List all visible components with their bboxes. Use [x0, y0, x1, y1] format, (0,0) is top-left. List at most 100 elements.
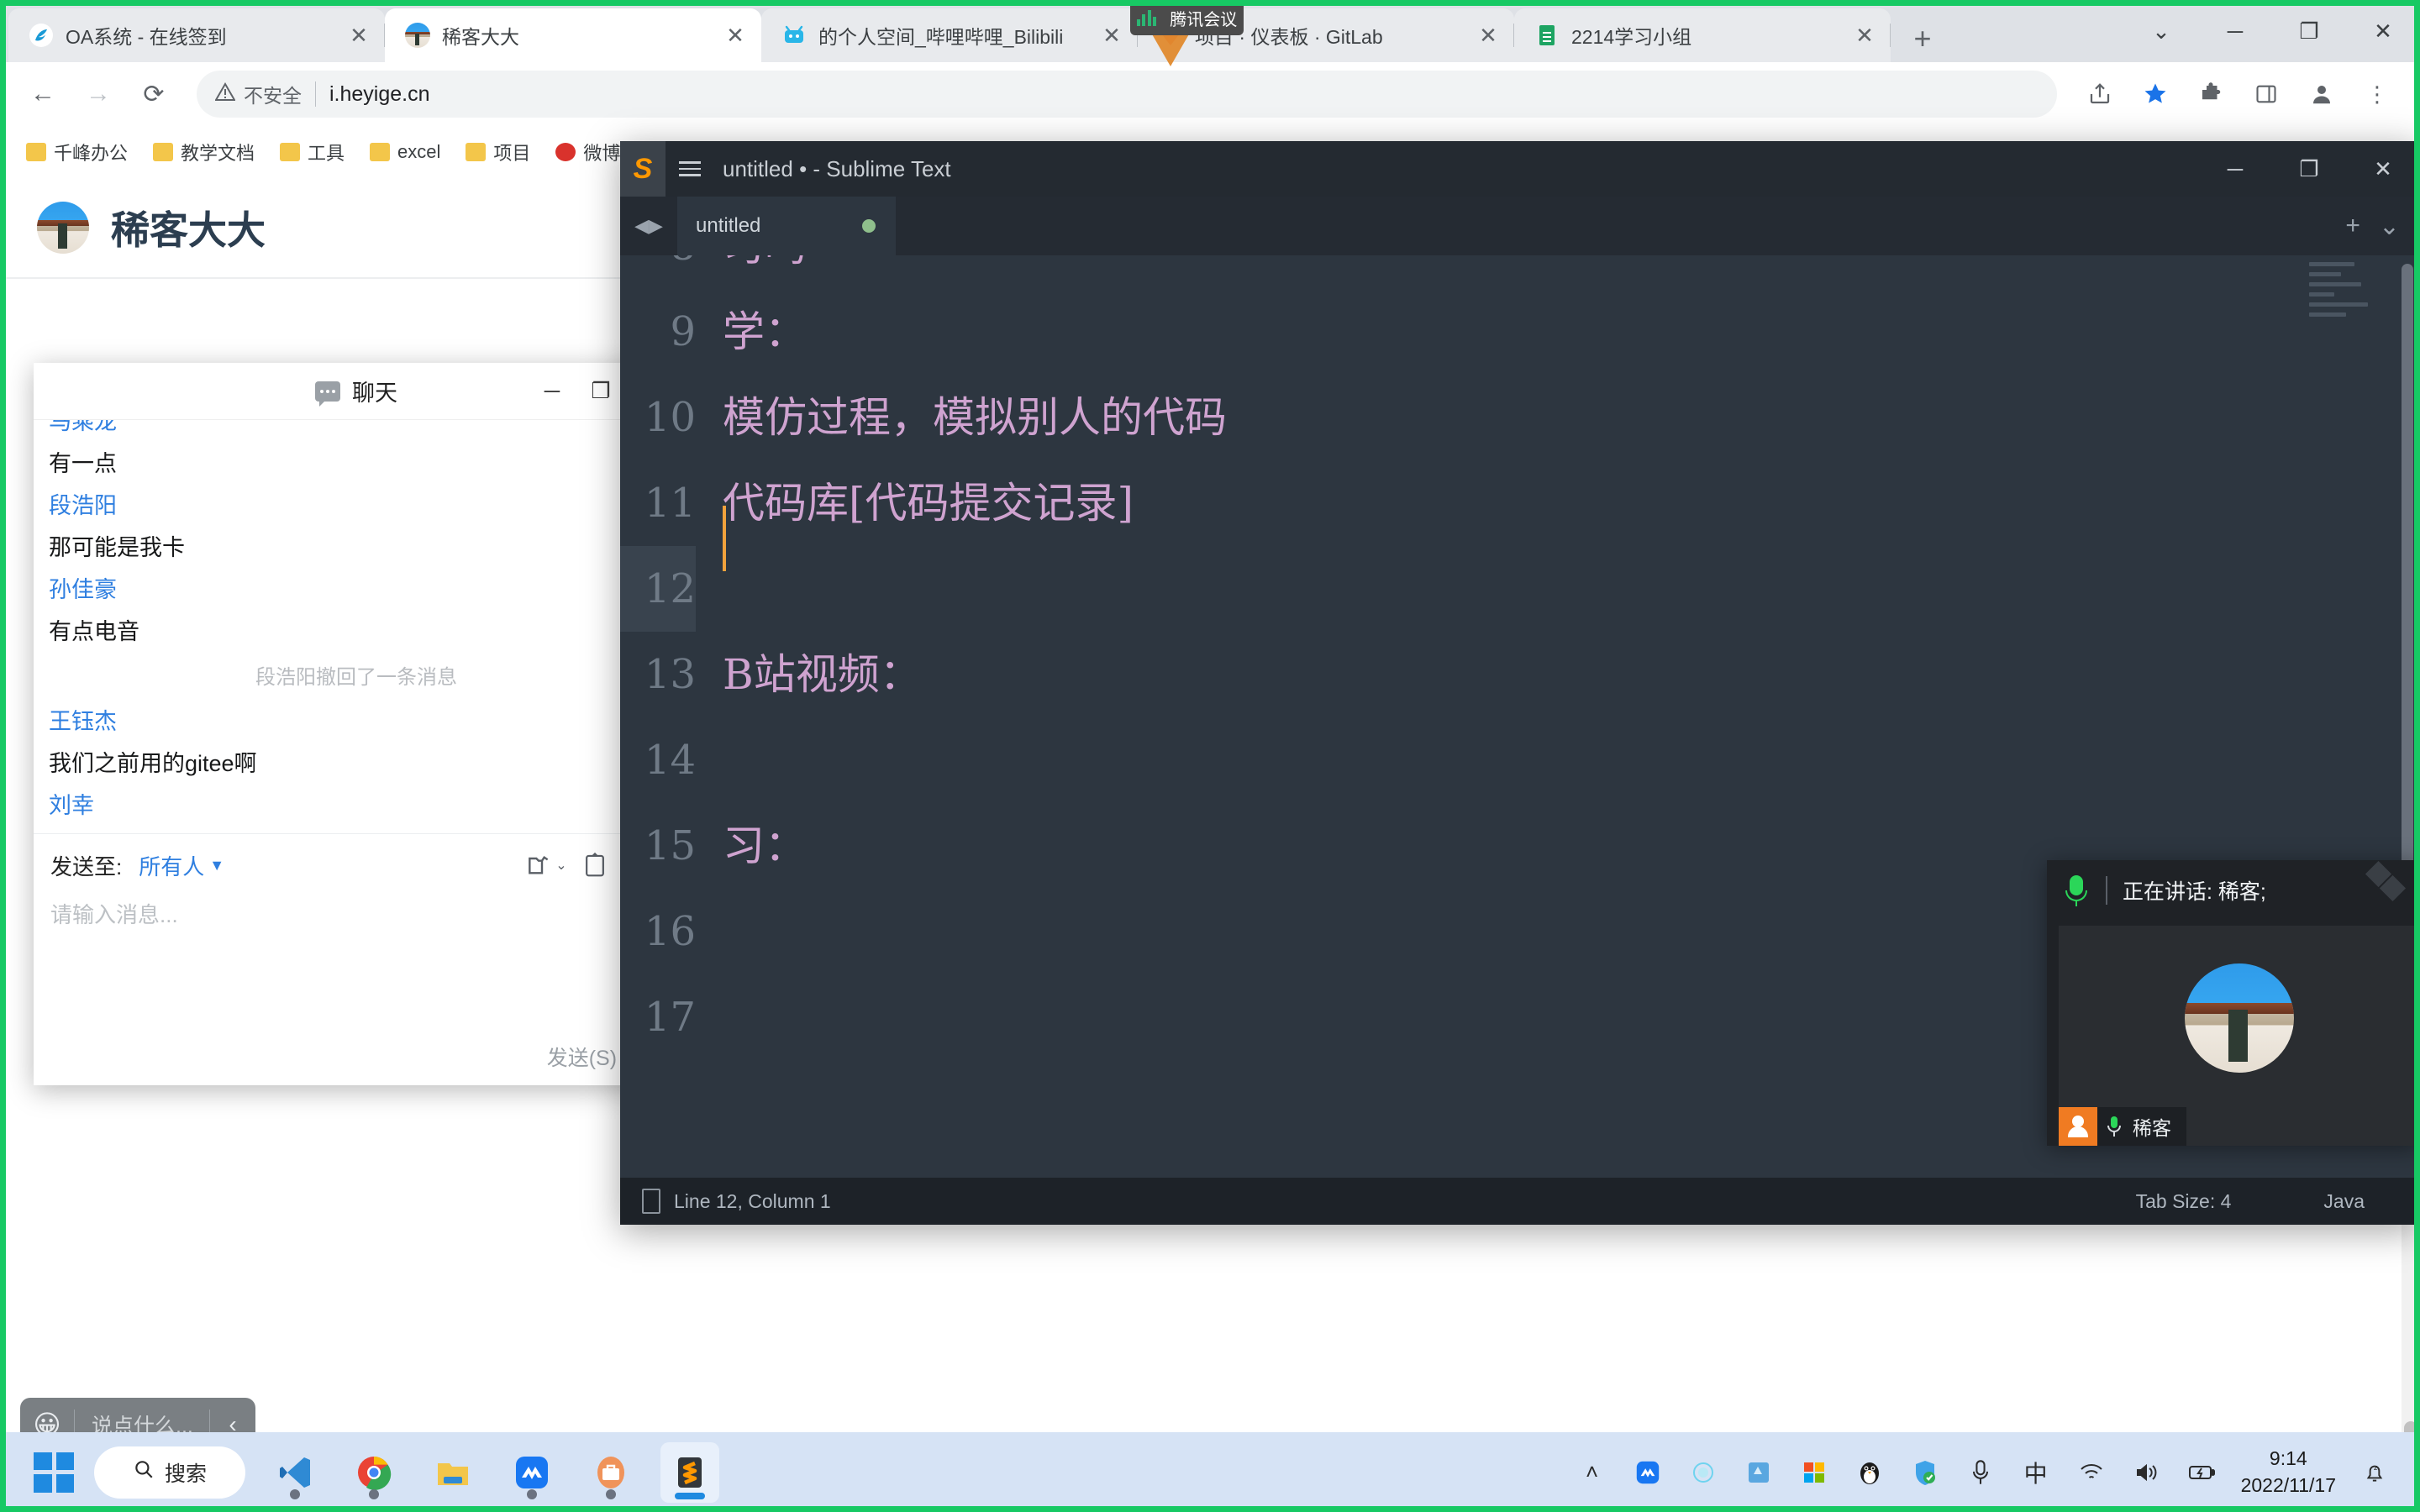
chat-title-bar[interactable]: 聊天 ─ ❐ ✕ [34, 363, 679, 420]
nvidia-tray-icon[interactable] [1686, 1456, 1720, 1489]
windows-start-icon[interactable] [34, 1452, 74, 1493]
line-number: 10 [644, 394, 696, 441]
browser-tab-1[interactable]: 稀客大大 ✕ [385, 8, 761, 62]
bookmark-item[interactable]: 项目 [455, 134, 541, 170]
taskbar-app-briefcase[interactable] [581, 1442, 640, 1503]
qq-penguin-tray-icon[interactable] [1853, 1456, 1886, 1489]
forward-button[interactable]: → [74, 70, 123, 118]
chat-maximize-button[interactable]: ❐ [576, 368, 625, 415]
participant-name-badge: 稀客 [2059, 1107, 2186, 1146]
line-number: 14 [644, 737, 696, 784]
hamburger-menu-icon[interactable] [666, 161, 714, 176]
windows-taskbar: 搜索 ˄ 中 9:14 2022/11/17 z [0, 1432, 2420, 1512]
bookmark-item[interactable]: excel [359, 137, 451, 167]
bookmark-item[interactable]: 千峰办公 [15, 134, 139, 170]
battery-tray-icon[interactable] [2186, 1456, 2219, 1489]
volume-tray-icon[interactable] [2130, 1456, 2164, 1489]
tab-list-chevron-icon[interactable]: ⌄ [2379, 212, 2400, 241]
window-maximize-button[interactable]: ❐ [2272, 0, 2346, 62]
security-label: 不安全 [244, 85, 302, 107]
syntax-label[interactable]: Java [2323, 1190, 2365, 1213]
sublime-text-icon: S [620, 141, 666, 197]
tab-close-icon[interactable]: ✕ [1852, 23, 1877, 49]
chrome-menu-icon[interactable]: ⋮ [2353, 70, 2402, 118]
browser-tab-0[interactable]: OA系统 - 在线签到 ✕ [8, 8, 385, 62]
chat-message-sender[interactable]: 马乘龙 [49, 420, 664, 444]
profile-avatar-icon[interactable] [2297, 70, 2346, 118]
sublime-window-controls: ─ ❐ ✕ [2198, 141, 2420, 197]
wifi-tray-icon[interactable] [2075, 1456, 2108, 1489]
extensions-puzzle-icon[interactable] [2186, 70, 2235, 118]
bookmark-item[interactable]: 微博 [544, 134, 631, 170]
share-icon[interactable] [2075, 70, 2124, 118]
microphone-tray-icon[interactable] [1964, 1456, 1997, 1489]
microsoft-store-tray-icon[interactable] [1797, 1456, 1831, 1489]
chat-message-text: 有点电音 [49, 618, 139, 644]
tab-search-chevron-icon[interactable]: ⌄ [2124, 0, 2198, 62]
sublime-vertical-scrollbar[interactable] [2402, 264, 2413, 902]
browser-tab-4[interactable]: 2214学习小组 ✕ [1514, 8, 1891, 62]
new-tab-button[interactable]: + [1899, 15, 1946, 62]
tab-close-icon[interactable]: ✕ [346, 23, 371, 49]
code-line-current [723, 546, 2420, 632]
ime-chinese-tray-icon[interactable]: 中 [2019, 1456, 2053, 1489]
taskbar-app-tencent-meeting[interactable] [502, 1442, 561, 1503]
security-shield-tray-icon[interactable] [1908, 1456, 1942, 1489]
taskbar-app-file-explorer[interactable] [424, 1442, 482, 1503]
announcement-icon[interactable] [582, 852, 608, 879]
tab-close-icon[interactable]: ✕ [723, 23, 748, 49]
chevron-down-icon[interactable]: ▼ [209, 857, 224, 874]
site-security-indicator[interactable]: 不安全 [214, 80, 302, 108]
weibo-icon [555, 143, 576, 161]
tab-size-label[interactable]: Tab Size: 4 [2136, 1190, 2232, 1213]
taskbar-clock[interactable]: 9:14 2022/11/17 [2241, 1446, 2336, 1498]
send-button[interactable]: 发送(S) [547, 1042, 617, 1072]
tab-close-icon[interactable]: ✕ [1476, 23, 1501, 49]
bookmark-item[interactable]: 教学文档 [142, 134, 266, 170]
sublime-tab-untitled[interactable]: untitled [677, 197, 896, 255]
chat-minimize-button[interactable]: ─ [528, 368, 576, 415]
tab-close-icon[interactable]: ✕ [1099, 23, 1124, 49]
side-panel-icon[interactable] [2242, 70, 2291, 118]
url-text: i.heyige.cn [329, 81, 430, 106]
tencent-meeting-speaker-panel[interactable]: 正在讲话: 稀客; 稀客 [2047, 860, 2420, 1146]
new-tab-button[interactable]: + [2345, 212, 2360, 240]
back-button[interactable]: ← [18, 70, 67, 118]
taskbar-app-vscode[interactable] [266, 1442, 324, 1503]
show-hidden-icons-chevron[interactable]: ˄ [1576, 1456, 1609, 1489]
bookmark-star-icon[interactable] [2131, 70, 2180, 118]
sublime-minimize-button[interactable]: ─ [2198, 141, 2272, 197]
line-number: 16 [644, 908, 696, 955]
chat-message-list[interactable]: 马乘龙 有一点 段浩阳 那可能是我卡 孙佳豪 有点电音 段浩阳撤回了一条消息 王… [34, 420, 679, 833]
address-bar[interactable]: 不安全 i.heyige.cn [197, 71, 2057, 118]
line-number: 13 [644, 651, 696, 698]
taskbar-app-sublime-text[interactable] [660, 1441, 719, 1503]
tencent-meeting-floating-pill[interactable]: 腾讯会议 [1130, 0, 1244, 35]
taskbar-search-box[interactable]: 搜索 [94, 1446, 245, 1499]
send-to-value[interactable]: 所有人 [139, 850, 204, 881]
sublime-maximize-button[interactable]: ❐ [2272, 141, 2346, 197]
sublime-status-bar: Line 12, Column 1 Tab Size: 4 Java [620, 1178, 2420, 1225]
window-close-button[interactable]: ✕ [2346, 0, 2420, 62]
taskbar-app-chrome[interactable] [345, 1442, 403, 1503]
chat-message-sender[interactable]: 孙佳豪 [49, 570, 664, 612]
file-upload-icon[interactable]: ⌄ [525, 852, 567, 879]
browser-tab-2[interactable]: 的个人空间_哔哩哔哩_Bilibili ✕ [761, 8, 1138, 62]
chat-message-sender[interactable]: 刘幸 [49, 785, 664, 827]
bookmark-item[interactable]: 工具 [269, 134, 355, 170]
window-minimize-button[interactable]: ─ [2198, 0, 2272, 62]
chat-message-sender[interactable]: 段浩阳 [49, 486, 664, 528]
tencent-meeting-tray-icon[interactable] [1631, 1456, 1665, 1489]
speaker-video-stage[interactable]: 稀客 [2059, 926, 2420, 1146]
reload-button[interactable]: ⟳ [129, 70, 178, 118]
warning-triangle-icon [214, 82, 236, 106]
do-not-disturb-bell-icon[interactable]: z [2358, 1456, 2391, 1489]
sublime-close-button[interactable]: ✕ [2346, 141, 2420, 197]
sublime-minimap[interactable] [2309, 262, 2393, 323]
tab-nav-arrows-icon[interactable]: ◀▶ [620, 197, 677, 255]
bookmark-label: 教学文档 [181, 143, 255, 164]
sublime-title-bar[interactable]: S untitled • - Sublime Text ─ ❐ ✕ [620, 141, 2420, 197]
chat-message-sender[interactable]: 王钰杰 [49, 701, 664, 743]
onedrive-tray-icon[interactable] [1742, 1456, 1776, 1489]
chat-input-placeholder[interactable]: 请输入消息... [50, 898, 662, 929]
